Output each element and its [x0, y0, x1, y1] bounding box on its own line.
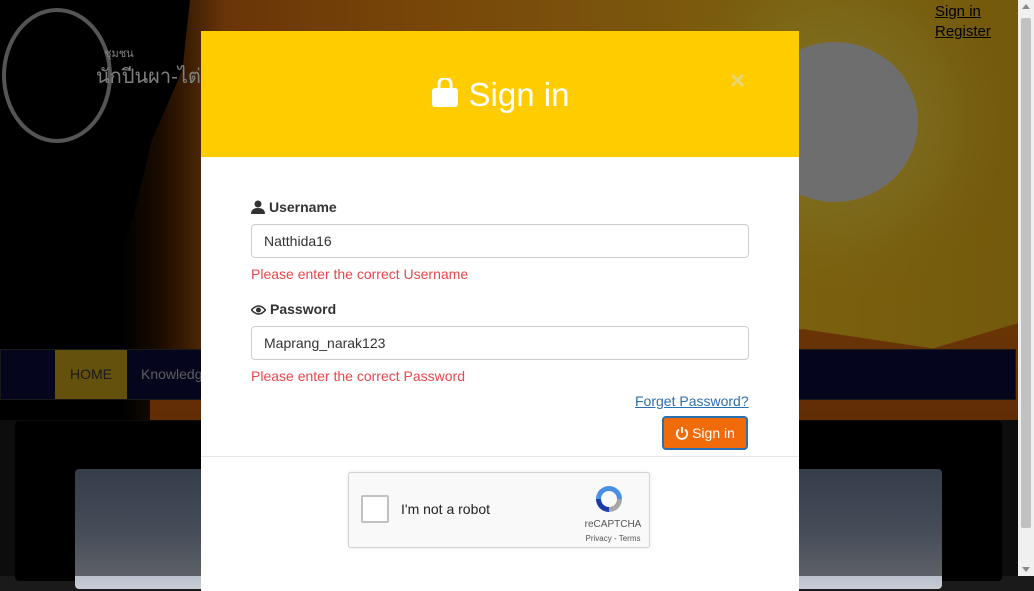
signin-button[interactable]: Sign in: [662, 416, 748, 450]
recaptcha-widget: I'm not a robot reCAPTCHA Privacy - Term…: [348, 472, 650, 548]
recaptcha-links[interactable]: Privacy - Terms: [583, 534, 643, 543]
lock-icon: [431, 76, 459, 116]
forgot-password-link[interactable]: Forget Password?: [635, 393, 749, 409]
signin-modal: Sign in × Username Natthida16 Please ent…: [201, 31, 799, 591]
password-error: Please enter the correct Password: [251, 368, 465, 384]
scroll-up-icon[interactable]: [1022, 4, 1030, 9]
user-icon: [251, 200, 265, 214]
username-label-text: Username: [269, 199, 337, 215]
password-input[interactable]: Maprang_narak123: [251, 326, 749, 360]
modal-header: Sign in ×: [201, 31, 799, 157]
password-label: Password: [250, 301, 749, 321]
modal-divider: [201, 456, 799, 457]
recaptcha-label: I'm not a robot: [401, 501, 491, 517]
username-label: Username: [251, 199, 749, 219]
recaptcha-brand: reCAPTCHA: [584, 519, 642, 530]
page-scrollbar[interactable]: [1018, 0, 1034, 576]
eye-icon: [250, 305, 267, 315]
recaptcha-logo-icon: [593, 483, 625, 520]
username-input[interactable]: Natthida16: [251, 224, 749, 258]
recaptcha-checkbox[interactable]: [361, 495, 389, 523]
scroll-thumb[interactable]: [1021, 18, 1031, 528]
signin-button-label: Sign in: [692, 425, 735, 441]
modal-title-text: Sign in: [468, 76, 570, 113]
modal-title: Sign in: [201, 76, 799, 116]
close-button[interactable]: ×: [730, 65, 745, 96]
scroll-down-icon[interactable]: [1022, 567, 1030, 572]
signin-form: Username Natthida16 Please enter the cor…: [250, 199, 749, 386]
power-icon: [676, 427, 689, 440]
password-label-text: Password: [270, 301, 337, 317]
username-error: Please enter the correct Username: [251, 266, 469, 282]
